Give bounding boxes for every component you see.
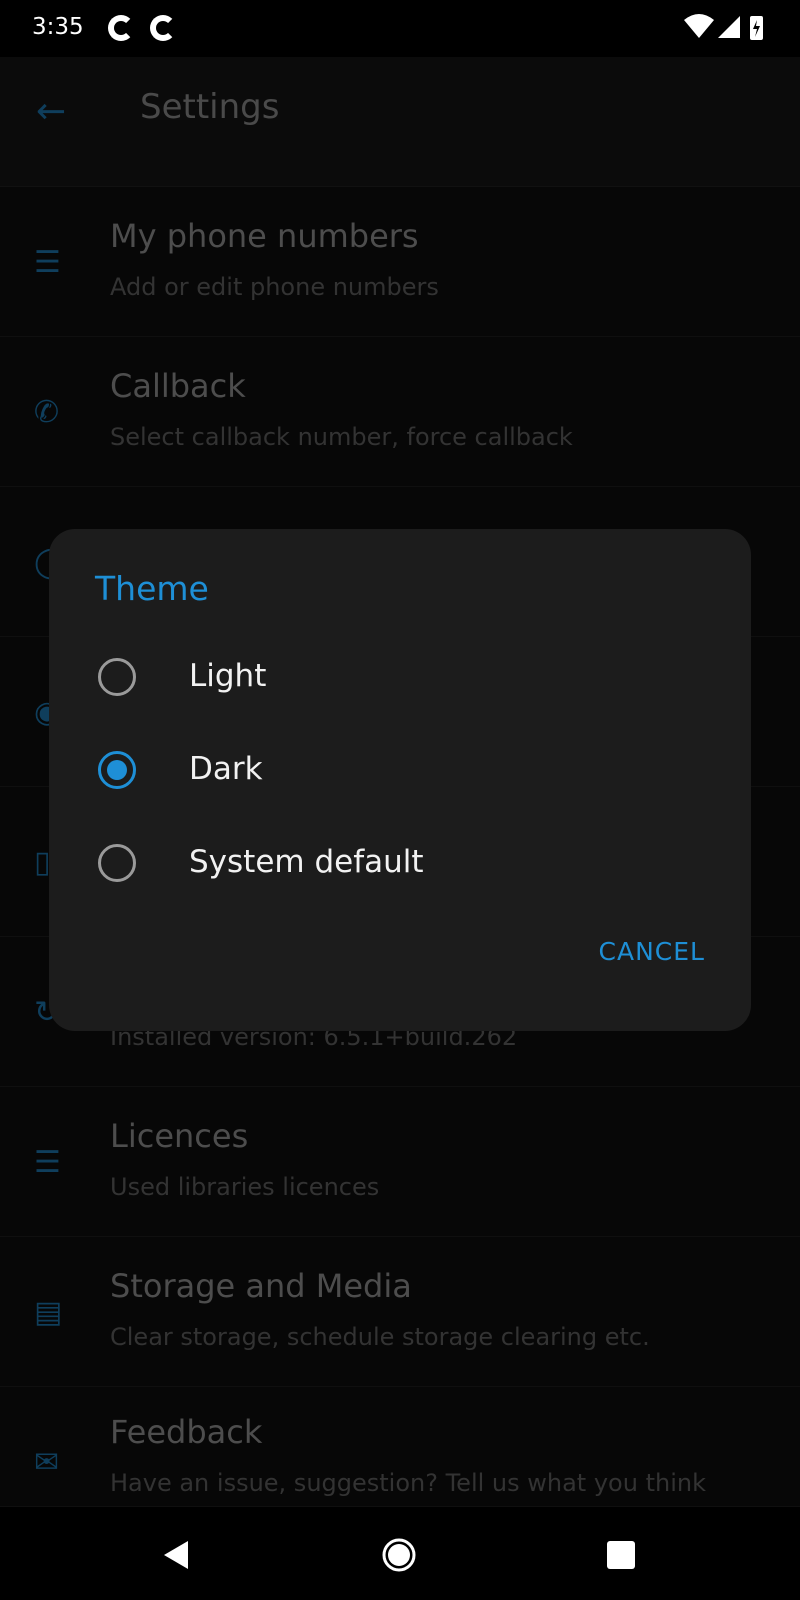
option-label: System default bbox=[189, 844, 424, 880]
setting-storage[interactable]: ▤ Storage and Media Clear storage, schedul… bbox=[0, 1237, 800, 1387]
status-bar: 3:35 bbox=[0, 0, 800, 57]
cancel-button[interactable]: CANCEL bbox=[599, 937, 705, 966]
navigation-bar bbox=[0, 1507, 800, 1600]
setting-title: Storage and Media bbox=[110, 1267, 412, 1305]
dialog-title: Theme bbox=[95, 569, 209, 608]
wifi-icon bbox=[684, 14, 763, 40]
arrow-left-icon[interactable]: ← bbox=[36, 91, 66, 132]
back-nav-icon[interactable] bbox=[160, 1539, 192, 1571]
radio-button[interactable] bbox=[98, 658, 136, 696]
setting-title: Callback bbox=[110, 367, 246, 405]
option-dark[interactable]: Dark bbox=[49, 725, 751, 817]
page-title: Settings bbox=[140, 87, 280, 127]
radio-button[interactable] bbox=[98, 844, 136, 882]
toolbar: ← Settings bbox=[0, 57, 800, 187]
option-label: Light bbox=[189, 658, 267, 694]
google-icon bbox=[108, 15, 134, 41]
setting-title: Licences bbox=[110, 1117, 249, 1155]
option-label: Dark bbox=[189, 751, 263, 787]
numbered-list-icon: ☰ bbox=[34, 245, 61, 280]
setting-subtitle: Add or edit phone numbers bbox=[110, 273, 439, 301]
home-nav-icon[interactable] bbox=[380, 1536, 418, 1574]
setting-licences[interactable]: ☰ Licences Used libraries licences bbox=[0, 1087, 800, 1237]
setting-subtitle: Used libraries licences bbox=[110, 1173, 380, 1201]
setting-callback[interactable]: ✆ Callback Select callback number, force c… bbox=[0, 337, 800, 487]
setting-subtitle: Clear storage, schedule storage clearing… bbox=[110, 1323, 650, 1351]
theme-dialog: Theme Light Dark System default CANCEL bbox=[49, 529, 751, 1031]
setting-title: Feedback bbox=[110, 1413, 263, 1451]
setting-subtitle: Have an issue, suggestion? Tell us what … bbox=[110, 1469, 706, 1497]
google-icon bbox=[150, 15, 176, 41]
phone-callback-icon: ✆ bbox=[34, 395, 60, 430]
option-system-default[interactable]: System default bbox=[49, 818, 751, 910]
option-light[interactable]: Light bbox=[49, 632, 751, 724]
storage-icon: ▤ bbox=[34, 1295, 63, 1330]
setting-my-phone-numbers[interactable]: ☰ My phone numbers Add or edit phone numbe… bbox=[0, 187, 800, 337]
menu-lines-icon: ☰ bbox=[34, 1145, 61, 1180]
clock: 3:35 bbox=[32, 14, 84, 40]
recents-nav-icon[interactable] bbox=[606, 1540, 636, 1570]
radio-button-selected[interactable] bbox=[98, 751, 136, 789]
setting-title: My phone numbers bbox=[110, 217, 419, 255]
setting-feedback[interactable]: ✉ Feedback Have an issue, suggestion? Tell… bbox=[0, 1387, 800, 1507]
mail-icon: ✉ bbox=[34, 1445, 60, 1480]
setting-subtitle: Select callback number, force callback bbox=[110, 423, 573, 451]
signal-icon bbox=[718, 16, 740, 38]
